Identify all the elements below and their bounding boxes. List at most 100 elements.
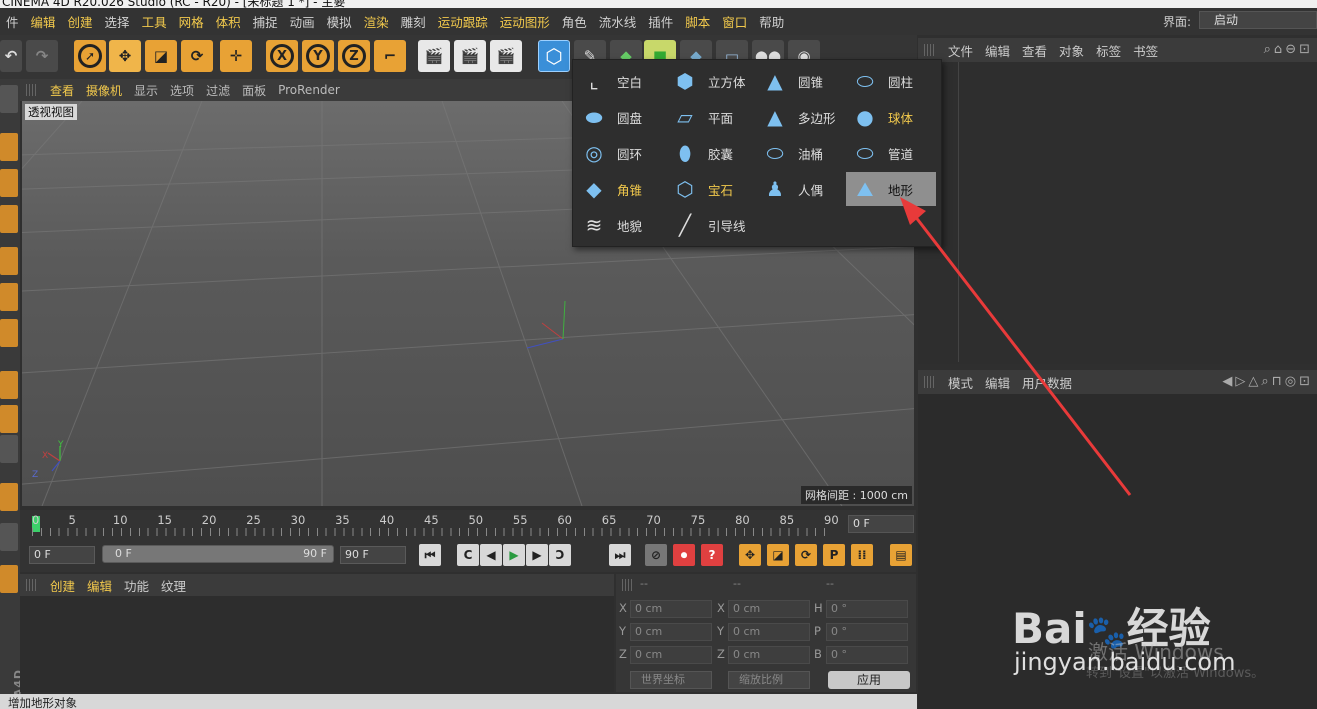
go-to-start-button[interactable]: ⏮: [419, 544, 441, 566]
tweak-mode-button[interactable]: [0, 405, 18, 433]
material-manager[interactable]: [20, 596, 614, 692]
size-z-field[interactable]: 0 cm: [728, 646, 810, 664]
primitive-item-sphere[interactable]: ● 球体: [846, 100, 936, 134]
viewport-menu-display[interactable]: 显示: [128, 82, 164, 99]
menu-mograph[interactable]: 运动图形: [494, 12, 556, 31]
x-axis-lock-button[interactable]: X: [266, 40, 298, 72]
primitive-item-tube[interactable]: ⬭ 管道: [846, 136, 936, 170]
menu-motion-tracking[interactable]: 运动跟踪: [432, 12, 494, 31]
menu-edit[interactable]: 编辑: [25, 12, 62, 31]
next-frame-button[interactable]: ▶: [526, 544, 548, 566]
quantize-button[interactable]: [0, 565, 18, 593]
coordinate-system-button[interactable]: ⌐: [374, 40, 406, 72]
primitive-item-torus[interactable]: ◎ 圆环: [575, 136, 665, 170]
menu-volume[interactable]: 体积: [210, 12, 247, 31]
primitive-item-plane[interactable]: ▱ 平面: [666, 100, 756, 134]
workplane-button[interactable]: [0, 523, 18, 551]
key-pla-button[interactable]: ⁞⁞: [851, 544, 873, 566]
primitive-item-relief[interactable]: ≋ 地貌: [575, 208, 665, 242]
panel-grip-icon[interactable]: [622, 579, 634, 591]
timeline-window-button[interactable]: ▤: [890, 544, 912, 566]
size-x-field[interactable]: 0 cm: [728, 600, 810, 618]
edges-mode-button[interactable]: [0, 283, 18, 311]
undo-button[interactable]: ↶: [0, 40, 22, 72]
prev-frame-button[interactable]: ◀: [480, 544, 502, 566]
menu-select[interactable]: 选择: [99, 12, 136, 31]
menu-sculpt[interactable]: 雕刻: [395, 12, 432, 31]
key-position-button[interactable]: ✥: [739, 544, 761, 566]
model-mode-button[interactable]: [0, 133, 18, 161]
material-menu-edit[interactable]: 编辑: [81, 576, 118, 595]
world-coords-dropdown[interactable]: 世界坐标: [630, 671, 712, 689]
z-axis-lock-button[interactable]: Z: [338, 40, 370, 72]
object-menu-tags[interactable]: 标签: [1090, 41, 1127, 60]
rot-h-field[interactable]: 0 °: [826, 600, 908, 618]
primitive-item-gem[interactable]: ⬡ 宝石: [666, 172, 756, 206]
home-icon[interactable]: ⌂: [1274, 42, 1285, 57]
new-window-icon[interactable]: ⊡: [1299, 374, 1313, 389]
primitive-item-cylinder[interactable]: ⬭ 圆柱: [846, 64, 936, 98]
key-scale-button[interactable]: ◪: [767, 544, 789, 566]
menu-window[interactable]: 窗口: [716, 12, 753, 31]
menu-render[interactable]: 渲染: [358, 12, 395, 31]
forward-arrow-icon[interactable]: ▷: [1235, 374, 1248, 389]
object-menu-file[interactable]: 文件: [942, 41, 979, 60]
y-axis-lock-button[interactable]: Y: [302, 40, 334, 72]
material-menu-function[interactable]: 功能: [118, 576, 155, 595]
menu-snap[interactable]: 捕捉: [247, 12, 284, 31]
points-mode-button[interactable]: [0, 247, 18, 275]
panel-grip-icon[interactable]: [924, 44, 936, 56]
primitive-item-guide[interactable]: ╱ 引导线: [666, 208, 756, 242]
object-menu-edit[interactable]: 编辑: [979, 41, 1016, 60]
render-settings-button[interactable]: 🎬: [490, 40, 522, 72]
key-rotation-button[interactable]: ⟳: [795, 544, 817, 566]
primitive-item-capsule[interactable]: ⬮ 胶囊: [666, 136, 756, 170]
viewport-menu-options[interactable]: 选项: [164, 82, 200, 99]
record-keys-button[interactable]: ⊘: [645, 544, 667, 566]
autokey-button[interactable]: ⏺: [673, 544, 695, 566]
menu-plugins[interactable]: 插件: [642, 12, 679, 31]
rot-b-field[interactable]: 0 °: [826, 646, 908, 664]
object-menu-view[interactable]: 查看: [1016, 41, 1053, 60]
make-editable-button[interactable]: [0, 85, 18, 113]
menu-help[interactable]: 帮助: [753, 12, 790, 31]
pos-y-field[interactable]: 0 cm: [630, 623, 712, 641]
target-icon[interactable]: ◎: [1285, 374, 1299, 389]
menu-tools[interactable]: 工具: [136, 12, 173, 31]
object-menu-objects[interactable]: 对象: [1053, 41, 1090, 60]
scale-tool-button[interactable]: ◪: [145, 40, 177, 72]
polygons-mode-button[interactable]: [0, 319, 18, 347]
viewport-menu-camera[interactable]: 摄像机: [80, 82, 128, 99]
texture-mode-button[interactable]: [0, 169, 18, 197]
timeline-ruler[interactable]: 0 5 10 15 20 25 30 35 40 45 50 55 60 65 70 75 80 85 90: [32, 513, 839, 537]
move-tool-button[interactable]: ✥: [109, 40, 141, 72]
material-menu-create[interactable]: 创建: [44, 576, 81, 595]
viewport-menu-prorender[interactable]: ProRender: [272, 83, 346, 97]
recent-tool-button[interactable]: ✛: [220, 40, 252, 72]
apply-button[interactable]: 应用: [828, 671, 910, 689]
size-y-field[interactable]: 0 cm: [728, 623, 810, 641]
panel-grip-icon[interactable]: [26, 84, 38, 96]
viewport-menu-panel[interactable]: 面板: [236, 82, 272, 99]
menu-character[interactable]: 角色: [556, 12, 593, 31]
link-icon[interactable]: ⊖: [1285, 42, 1299, 57]
rot-p-field[interactable]: 0 °: [826, 623, 908, 641]
search-icon[interactable]: ⌕: [1261, 374, 1271, 389]
primitive-item-cube[interactable]: ⬢ 立方体: [666, 64, 756, 98]
rotate-tool-button[interactable]: ⟳: [181, 40, 213, 72]
menu-simulate[interactable]: 模拟: [321, 12, 358, 31]
primitive-item-figure[interactable]: ♟ 人偶: [756, 172, 846, 206]
axis-mode-button[interactable]: [0, 371, 18, 399]
pos-z-field[interactable]: 0 cm: [630, 646, 712, 664]
start-frame-field[interactable]: 0 F: [29, 546, 95, 564]
prev-key-button[interactable]: C: [457, 544, 479, 566]
live-selection-button[interactable]: ➚: [74, 40, 106, 72]
frame-range-slider[interactable]: 0 F 90 F: [102, 545, 334, 563]
menu-script[interactable]: 脚本: [679, 12, 716, 31]
back-arrow-icon[interactable]: ◀: [1222, 374, 1235, 389]
render-view-button[interactable]: 🎬: [418, 40, 450, 72]
object-menu-bookmarks[interactable]: 书签: [1127, 41, 1164, 60]
search-icon[interactable]: ⌕: [1264, 42, 1274, 57]
workplane-mode-button[interactable]: [0, 205, 18, 233]
primitive-item-pyramid[interactable]: ◆ 角锥: [575, 172, 665, 206]
